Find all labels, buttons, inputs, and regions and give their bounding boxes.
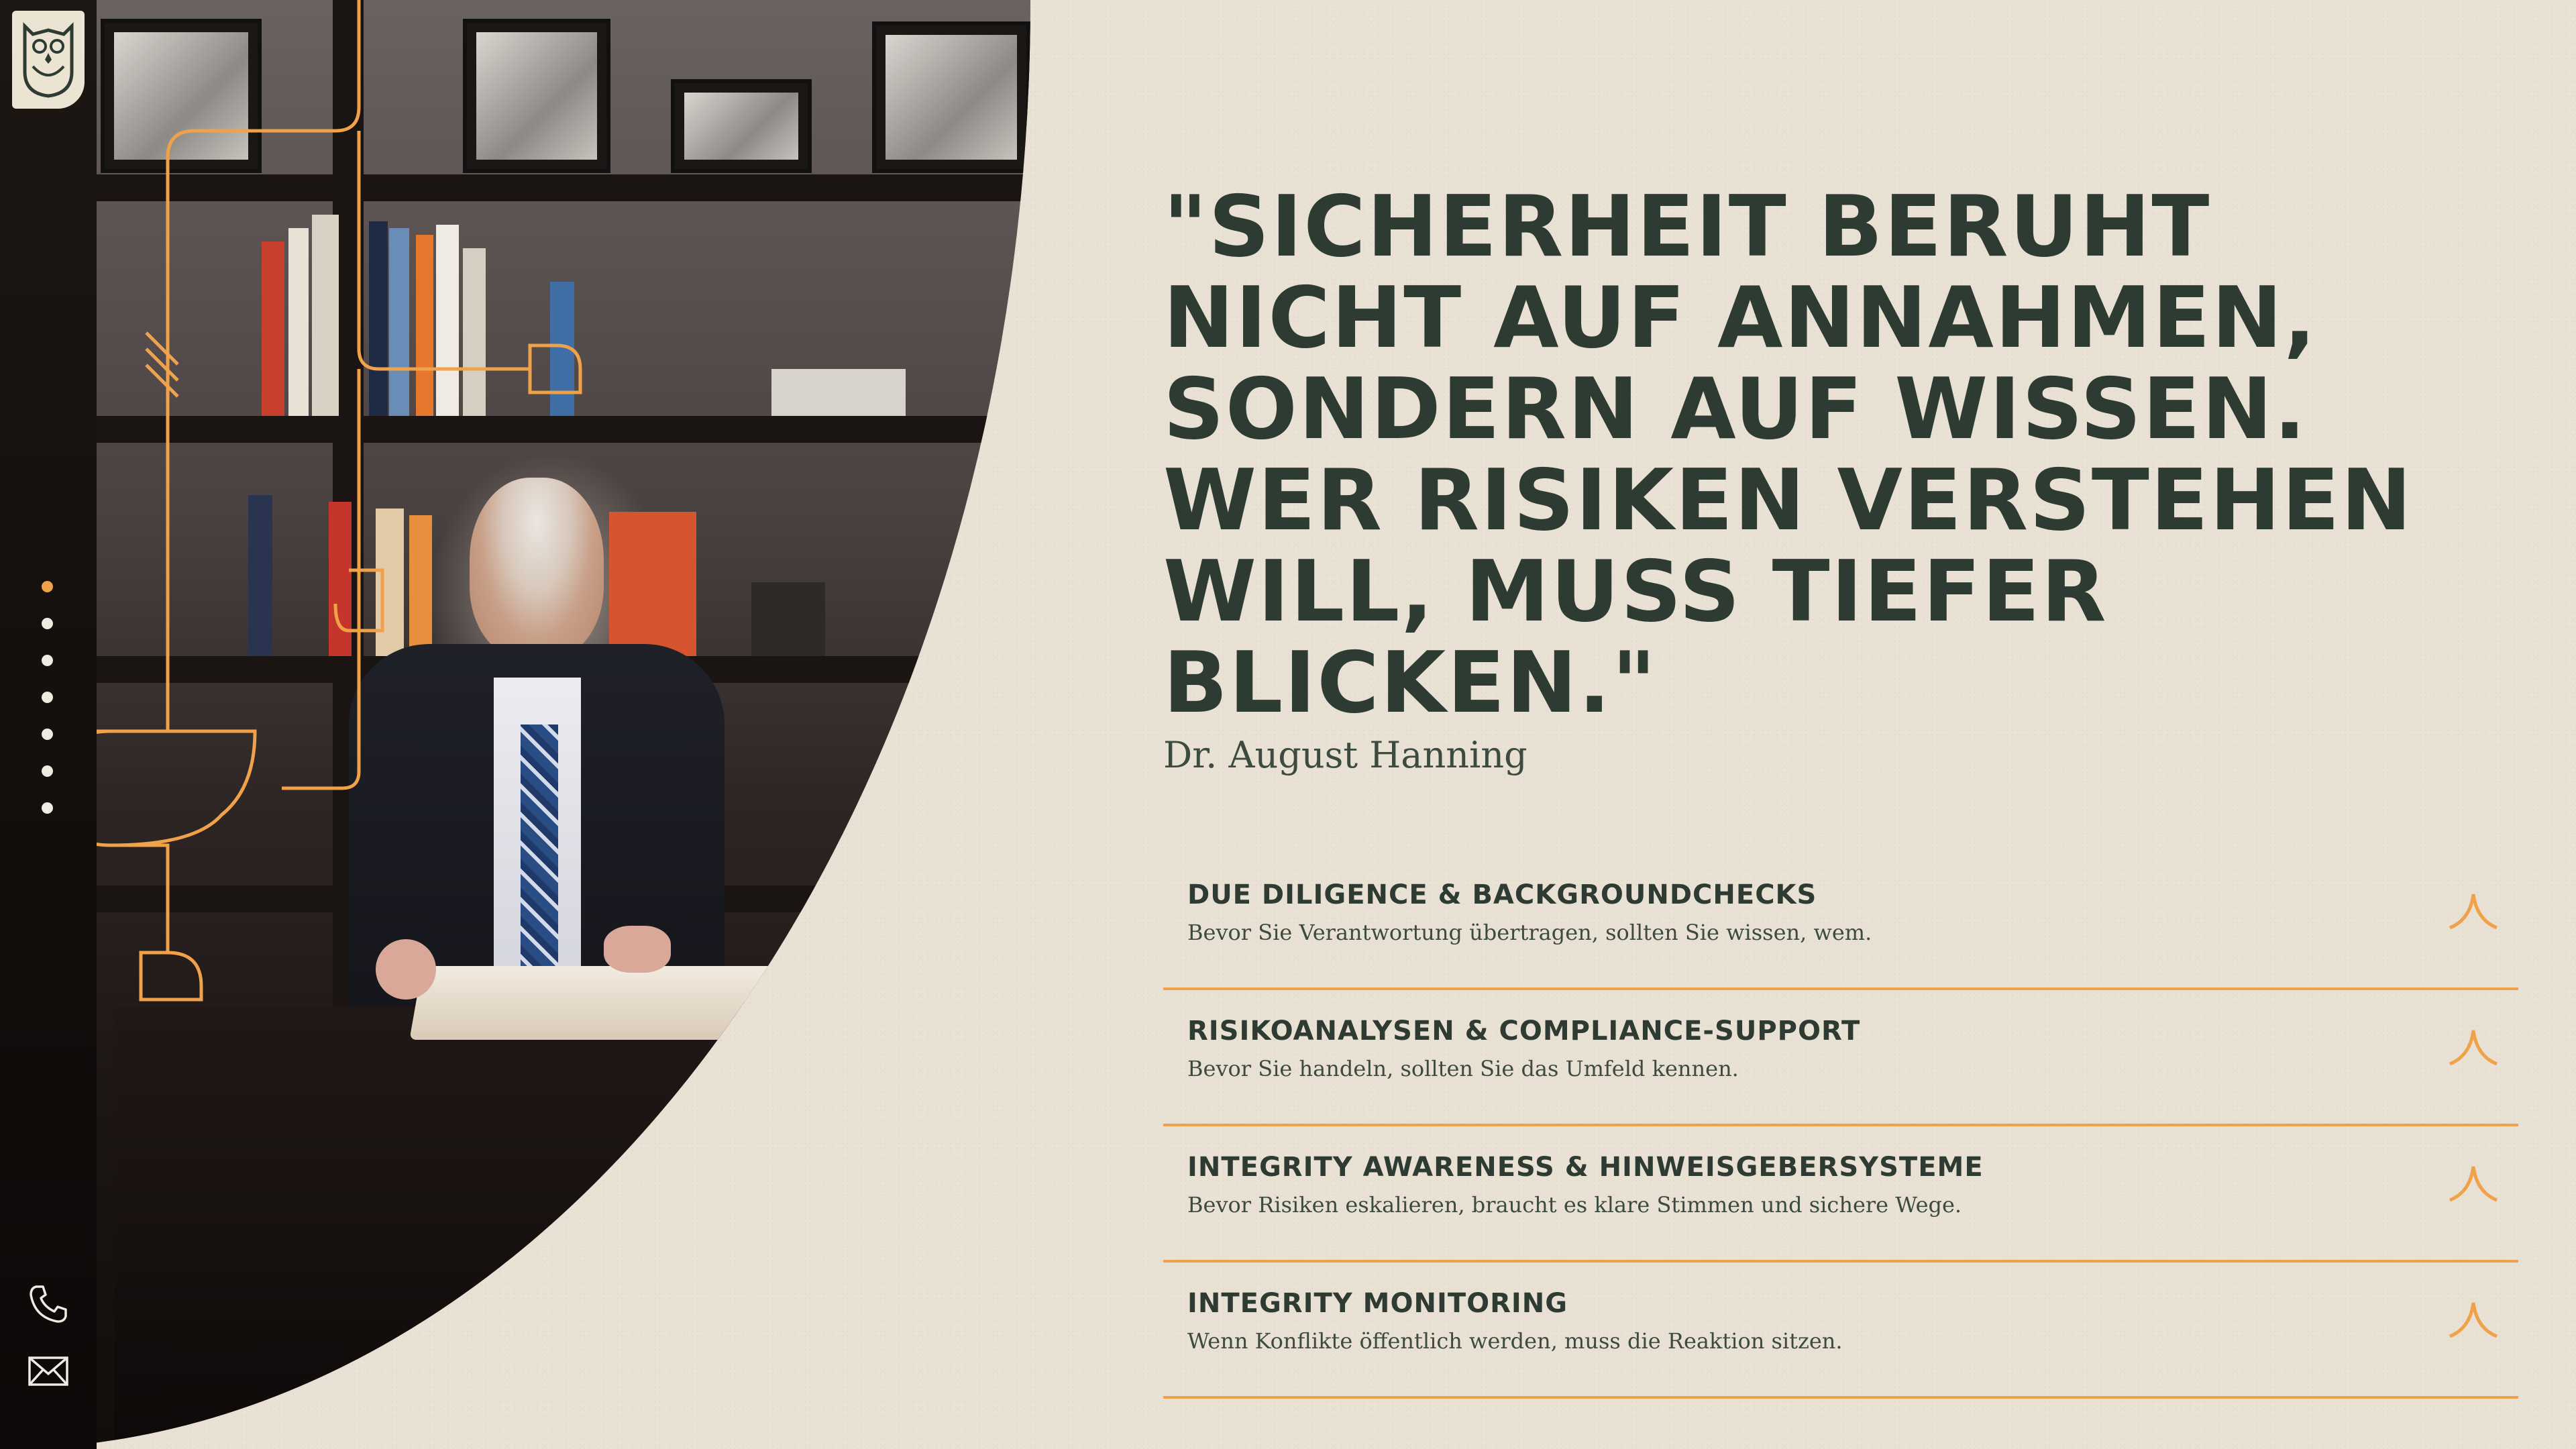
sidebar xyxy=(0,0,97,1449)
service-description: Wenn Konflikte öffentlich werden, muss d… xyxy=(1187,1328,1843,1354)
services-accordion: DUE DILIGENCE & BACKGROUNDCHECKS Bevor S… xyxy=(1163,854,2518,1399)
service-item-due-diligence[interactable]: DUE DILIGENCE & BACKGROUNDCHECKS Bevor S… xyxy=(1163,854,2518,990)
slide-dot-5[interactable] xyxy=(42,729,53,740)
service-item-integrity-monitoring[interactable]: INTEGRITY MONITORING Wenn Konflikte öffe… xyxy=(1163,1263,2518,1399)
service-item-risk-analysis[interactable]: RISIKOANALYSEN & COMPLIANCE-SUPPORT Bevo… xyxy=(1163,990,2518,1126)
slide-dot-1[interactable] xyxy=(42,581,53,592)
slide-dot-2[interactable] xyxy=(42,618,53,629)
owl-logo-icon[interactable] xyxy=(12,11,85,109)
chevron-up-icon[interactable] xyxy=(2447,1163,2500,1203)
slide-dot-7[interactable] xyxy=(42,802,53,814)
chevron-up-icon[interactable] xyxy=(2447,890,2500,930)
decorative-lines xyxy=(97,0,582,1002)
phone-icon[interactable] xyxy=(27,1283,70,1326)
chevron-up-icon[interactable] xyxy=(2447,1026,2500,1067)
service-title: INTEGRITY MONITORING xyxy=(1187,1288,1568,1319)
service-title: INTEGRITY AWARENESS & HINWEISGEBERSYSTEM… xyxy=(1187,1152,1984,1183)
service-title: DUE DILIGENCE & BACKGROUNDCHECKS xyxy=(1187,879,1817,910)
service-title: RISIKOANALYSEN & COMPLIANCE-SUPPORT xyxy=(1187,1016,1861,1046)
mail-icon[interactable] xyxy=(27,1350,70,1393)
service-item-integrity-awareness[interactable]: INTEGRITY AWARENESS & HINWEISGEBERSYSTEM… xyxy=(1163,1126,2518,1263)
hero-photo xyxy=(97,0,1030,1449)
service-description: Bevor Risiken eskalieren, braucht es kla… xyxy=(1187,1192,1962,1218)
slide-dot-6[interactable] xyxy=(42,765,53,777)
main-content: "SICHERHEIT BERUHT NICHT AUF ANNAHMEN, S… xyxy=(1163,181,2518,1399)
photo-scene xyxy=(97,0,1030,1449)
chevron-up-icon[interactable] xyxy=(2447,1299,2500,1339)
hero-quote: "SICHERHEIT BERUHT NICHT AUF ANNAHMEN, S… xyxy=(1163,177,2413,732)
slide-dot-4[interactable] xyxy=(42,692,53,703)
service-description: Bevor Sie Verantwortung übertragen, soll… xyxy=(1187,920,1872,945)
slide-nav xyxy=(42,581,53,814)
service-description: Bevor Sie handeln, sollten Sie das Umfel… xyxy=(1187,1056,1739,1081)
quote-author: Dr. August Hanning xyxy=(1163,734,1527,776)
slide-dot-3[interactable] xyxy=(42,655,53,666)
